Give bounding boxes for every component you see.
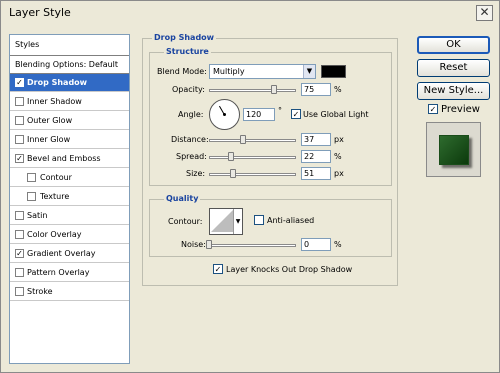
reset-button[interactable]: Reset	[417, 59, 490, 77]
style-item-contour[interactable]: Contour	[10, 169, 129, 187]
opacity-slider-track[interactable]	[209, 89, 296, 92]
use-global-light-label: Use Global Light	[303, 110, 369, 119]
style-item-drop-shadow[interactable]: ✓ Drop Shadow	[10, 74, 129, 92]
style-item-label: Contour	[40, 173, 72, 182]
checkbox-icon[interactable]	[27, 192, 36, 201]
checkbox-icon[interactable]	[15, 211, 24, 220]
angle-dial[interactable]	[209, 99, 240, 130]
distance-slider-track[interactable]	[209, 139, 296, 142]
style-item-label: Inner Shadow	[27, 97, 82, 106]
style-item-satin[interactable]: Satin	[10, 207, 129, 225]
style-item-label: Outer Glow	[27, 116, 73, 125]
size-slider-thumb[interactable]	[230, 169, 236, 178]
structure-title: Structure	[164, 47, 211, 56]
style-item-outer-glow[interactable]: Outer Glow	[10, 112, 129, 130]
angle-dial-center	[223, 113, 226, 116]
size-input[interactable]: 51	[301, 167, 331, 180]
distance-label: Distance:	[171, 135, 209, 144]
angle-label: Angle:	[178, 110, 204, 119]
noise-slider-track[interactable]	[209, 244, 296, 247]
layer-style-dialog: Layer Style ✕ Styles Blending Options: D…	[0, 0, 500, 373]
spread-slider-track[interactable]	[209, 156, 296, 159]
distance-unit: px	[334, 135, 344, 144]
blend-mode-select[interactable]: Multiply ▼	[209, 64, 316, 79]
preview-thumbnail	[439, 135, 469, 165]
spread-unit: %	[334, 152, 342, 161]
chevron-down-icon: ▼	[303, 65, 315, 78]
style-item-inner-shadow[interactable]: Inner Shadow	[10, 93, 129, 111]
style-item-label: Gradient Overlay	[27, 249, 96, 258]
style-item-texture[interactable]: Texture	[10, 188, 129, 206]
style-item-gradient-overlay[interactable]: ✓ Gradient Overlay	[10, 245, 129, 263]
checkbox-icon[interactable]	[15, 97, 24, 106]
angle-input[interactable]: 120	[243, 108, 275, 121]
checkbox-icon[interactable]	[15, 230, 24, 239]
style-item-label: Satin	[27, 211, 48, 220]
style-preview	[426, 122, 481, 177]
opacity-slider-thumb[interactable]	[271, 85, 277, 94]
contour-picker[interactable]: ▼	[209, 208, 243, 235]
style-item-stroke[interactable]: Stroke	[10, 283, 129, 301]
style-item-pattern-overlay[interactable]: Pattern Overlay	[10, 264, 129, 282]
size-slider-track[interactable]	[209, 173, 296, 176]
quality-title: Quality	[164, 194, 201, 203]
opacity-input[interactable]: 75	[301, 83, 331, 96]
drop-shadow-title: Drop Shadow	[152, 33, 217, 42]
size-label: Size:	[186, 169, 206, 178]
contour-preview-icon	[211, 210, 233, 232]
style-item-label: Texture	[40, 192, 70, 201]
blend-mode-value: Multiply	[213, 67, 245, 76]
checkbox-icon[interactable]	[27, 173, 36, 182]
style-item-label: Drop Shadow	[27, 78, 88, 87]
checkbox-icon[interactable]: ✓	[15, 249, 24, 258]
spread-label: Spread:	[176, 152, 207, 161]
spread-slider-thumb[interactable]	[228, 152, 234, 161]
preview-label: Preview	[441, 104, 480, 115]
checkbox-icon[interactable]: ✓	[15, 154, 24, 163]
distance-input[interactable]: 37	[301, 133, 331, 146]
blending-options-item[interactable]: Blending Options: Default	[10, 56, 129, 74]
checkbox-icon[interactable]: ✓	[15, 78, 24, 87]
opacity-label: Opacity:	[172, 85, 205, 94]
styles-list: Styles Blending Options: Default ✓ Drop …	[9, 34, 130, 364]
preview-checkbox[interactable]: ✓	[428, 104, 438, 114]
style-item-label: Bevel and Emboss	[27, 154, 101, 163]
shadow-color-swatch[interactable]	[321, 65, 346, 78]
checkbox-icon[interactable]	[15, 116, 24, 125]
style-item-inner-glow[interactable]: Inner Glow	[10, 131, 129, 149]
knocks-out-label: Layer Knocks Out Drop Shadow	[226, 265, 353, 274]
style-item-label: Stroke	[27, 287, 53, 296]
noise-input[interactable]: 0	[301, 238, 331, 251]
noise-unit: %	[334, 240, 342, 249]
style-item-color-overlay[interactable]: Color Overlay	[10, 226, 129, 244]
contour-label: Contour:	[168, 217, 203, 226]
angle-unit: °	[278, 106, 282, 115]
checkbox-icon[interactable]	[15, 268, 24, 277]
anti-aliased-checkbox[interactable]	[254, 215, 264, 225]
noise-slider-thumb[interactable]	[206, 240, 212, 249]
knocks-out-checkbox[interactable]: ✓	[213, 264, 223, 274]
anti-aliased-label: Anti-aliased	[267, 216, 315, 225]
style-item-label: Inner Glow	[27, 135, 71, 144]
close-icon[interactable]: ✕	[476, 5, 493, 21]
new-style-button[interactable]: New Style...	[417, 82, 490, 100]
window-title: Layer Style	[9, 6, 71, 19]
checkbox-icon[interactable]	[15, 287, 24, 296]
style-item-label: Color Overlay	[27, 230, 82, 239]
opacity-unit: %	[334, 85, 342, 94]
style-item-label: Pattern Overlay	[27, 268, 90, 277]
checkbox-icon[interactable]	[15, 135, 24, 144]
use-global-light-checkbox[interactable]: ✓	[291, 109, 301, 119]
distance-slider-thumb[interactable]	[240, 135, 246, 144]
size-unit: px	[334, 169, 344, 178]
noise-label: Noise:	[181, 240, 206, 249]
spread-input[interactable]: 22	[301, 150, 331, 163]
blend-mode-label: Blend Mode:	[157, 67, 207, 76]
styles-header[interactable]: Styles	[10, 35, 129, 56]
style-item-bevel-and-emboss[interactable]: ✓ Bevel and Emboss	[10, 150, 129, 168]
chevron-down-icon: ▼	[233, 209, 242, 234]
title-bar: Layer Style ✕	[1, 1, 499, 25]
ok-button[interactable]: OK	[417, 36, 490, 54]
